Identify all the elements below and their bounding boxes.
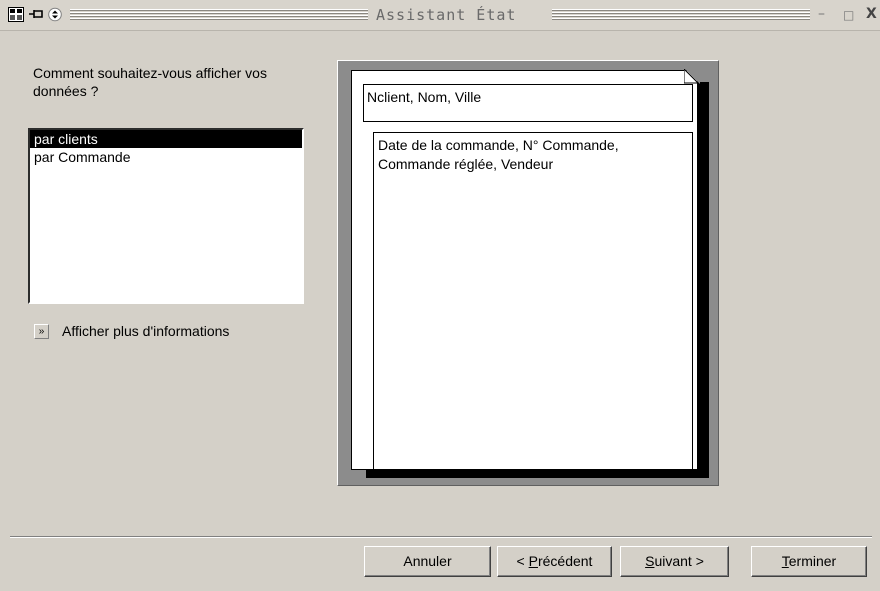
title-bar: Assistant État – □ X [0, 0, 880, 31]
minimize-icon[interactable]: – [818, 6, 825, 22]
list-item-par-clients[interactable]: par clients [30, 130, 302, 148]
finish-accel: T [781, 553, 789, 569]
pin-icon[interactable] [28, 7, 44, 22]
next-rest: uivant [654, 553, 692, 569]
more-info-label[interactable]: Afficher plus d'informations [62, 323, 229, 339]
separator [10, 536, 872, 538]
cancel-button[interactable]: Annuler [364, 546, 491, 577]
title-grip-right [552, 9, 810, 20]
title-grip-left [70, 9, 368, 20]
next-suffix: > [691, 553, 704, 569]
double-chevron-right-icon[interactable]: » [34, 324, 49, 339]
grouping-listbox[interactable]: par clients par Commande [28, 128, 304, 304]
form-icon[interactable] [8, 7, 24, 22]
group-header-box: Nclient, Nom, Ville [363, 84, 693, 122]
previous-button[interactable]: < Précédent [497, 546, 612, 577]
prompt-text: Comment souhaitez-vous afficher vos donn… [33, 65, 267, 99]
previous-prefix: < [516, 553, 529, 569]
previous-rest: récédent [537, 553, 593, 569]
detail-box: Date de la commande, N° Commande, Comman… [373, 132, 693, 470]
previous-accel: P [528, 553, 538, 569]
close-icon[interactable]: X [866, 6, 877, 22]
list-item-par-commande[interactable]: par Commande [30, 148, 302, 166]
window-title: Assistant État [376, 6, 517, 24]
page-corner-fold-icon [684, 69, 700, 84]
restore-icon[interactable]: □ [843, 8, 854, 22]
finish-button[interactable]: Terminer [751, 546, 867, 577]
next-button[interactable]: Suivant > [620, 546, 729, 577]
scroll-arrows-icon[interactable] [48, 7, 62, 22]
finish-rest: erminer [788, 553, 837, 569]
